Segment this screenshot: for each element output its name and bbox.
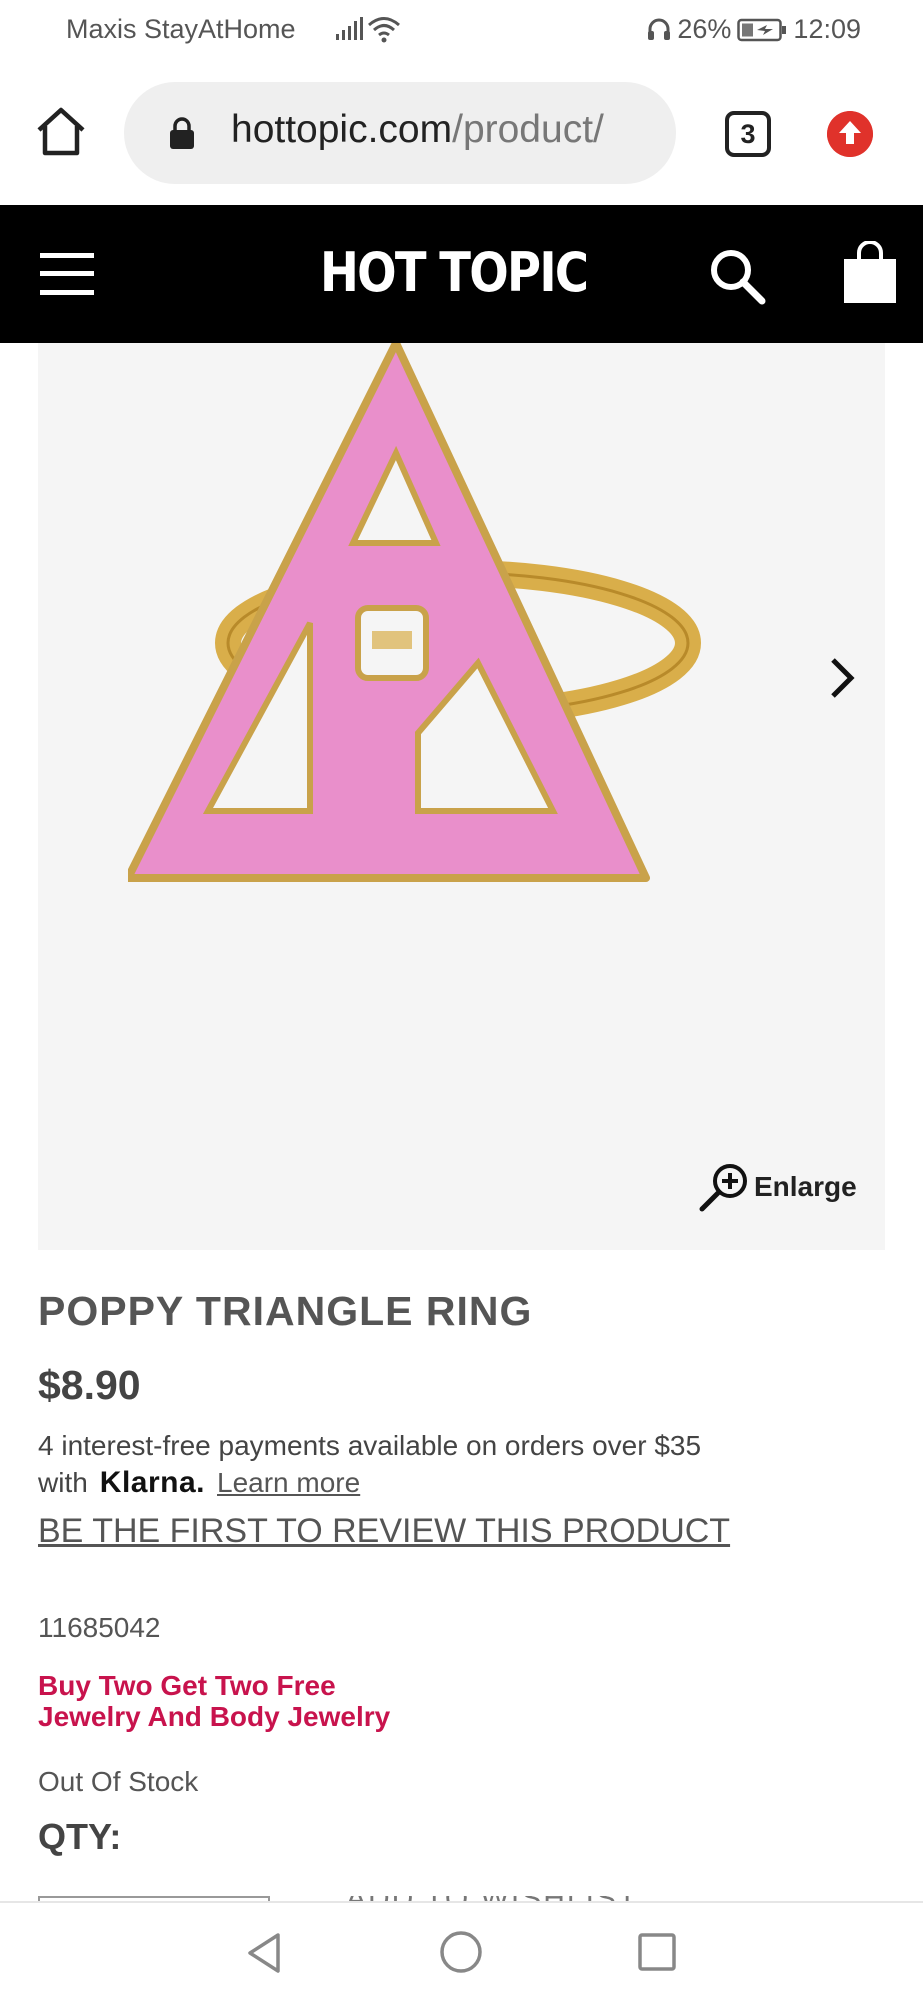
url-domain: hottopic.com xyxy=(231,108,453,151)
chevron-right-icon[interactable] xyxy=(821,648,861,708)
url-path: /product/ xyxy=(452,108,604,151)
clock: 12:09 xyxy=(793,14,861,44)
back-icon[interactable] xyxy=(242,1929,286,1977)
klarna-logo: Klarna. xyxy=(99,1466,206,1499)
enlarge-label: Enlarge xyxy=(754,1171,857,1202)
address-bar[interactable]: hottopic.com/product/ xyxy=(124,82,676,184)
status-bar: Maxis StayAtHome 26% 12:09 xyxy=(0,0,923,64)
shopping-bag-icon[interactable] xyxy=(842,241,898,305)
headset-icon xyxy=(648,18,671,40)
product-image xyxy=(128,343,701,882)
home-icon[interactable] xyxy=(34,104,88,158)
logo-text: HOT TOPIC xyxy=(320,241,589,304)
promo-message[interactable]: Buy Two Get Two Free Jewelry And Body Je… xyxy=(38,1670,390,1732)
search-icon[interactable] xyxy=(708,247,766,305)
klarna-with: with xyxy=(38,1467,88,1498)
update-icon[interactable] xyxy=(827,111,873,157)
browser-toolbar: hottopic.com/product/ 3 xyxy=(0,64,923,205)
status-right: 26% 12:09 xyxy=(647,14,861,45)
url-text: hottopic.com/product/ xyxy=(231,108,604,152)
klarna-row: with Klarna. Learn more xyxy=(38,1466,360,1500)
enlarge-button[interactable]: Enlarge xyxy=(698,1161,857,1213)
zoom-in-icon xyxy=(699,1164,747,1212)
home-nav-icon[interactable] xyxy=(438,1929,484,1975)
tab-switcher-button[interactable]: 3 xyxy=(725,111,771,157)
signal-icon xyxy=(336,17,363,40)
battery-icon xyxy=(737,18,787,41)
carrier-name: Maxis StayAtHome xyxy=(66,14,296,44)
lock-icon xyxy=(170,117,194,149)
promo-line-2: Jewelry And Body Jewelry xyxy=(38,1701,391,1732)
menu-icon[interactable] xyxy=(40,251,94,297)
qty-label: QTY: xyxy=(38,1816,122,1857)
promo-line-1: Buy Two Get Two Free xyxy=(38,1670,336,1701)
stock-status: Out Of Stock xyxy=(38,1766,199,1797)
write-review-link[interactable]: BE THE FIRST TO REVIEW THIS PRODUCT xyxy=(38,1512,730,1551)
system-nav-bar xyxy=(0,1901,923,2000)
battery-percent: 26% xyxy=(677,14,732,44)
site-header: HOT TOPIC xyxy=(0,205,923,343)
product-image-gallery[interactable]: Enlarge xyxy=(38,343,885,1250)
product-sku: 11685042 xyxy=(38,1612,161,1643)
product-title: POPPY TRIANGLE RING xyxy=(38,1288,533,1334)
recent-apps-icon[interactable] xyxy=(636,1931,678,1973)
product-price: $8.90 xyxy=(38,1362,141,1408)
klarna-message: 4 interest-free payments available on or… xyxy=(38,1430,702,1461)
logo[interactable]: HOT TOPIC xyxy=(320,241,589,304)
wifi-icon xyxy=(368,17,400,43)
learn-more-link[interactable]: Learn more xyxy=(217,1467,360,1499)
